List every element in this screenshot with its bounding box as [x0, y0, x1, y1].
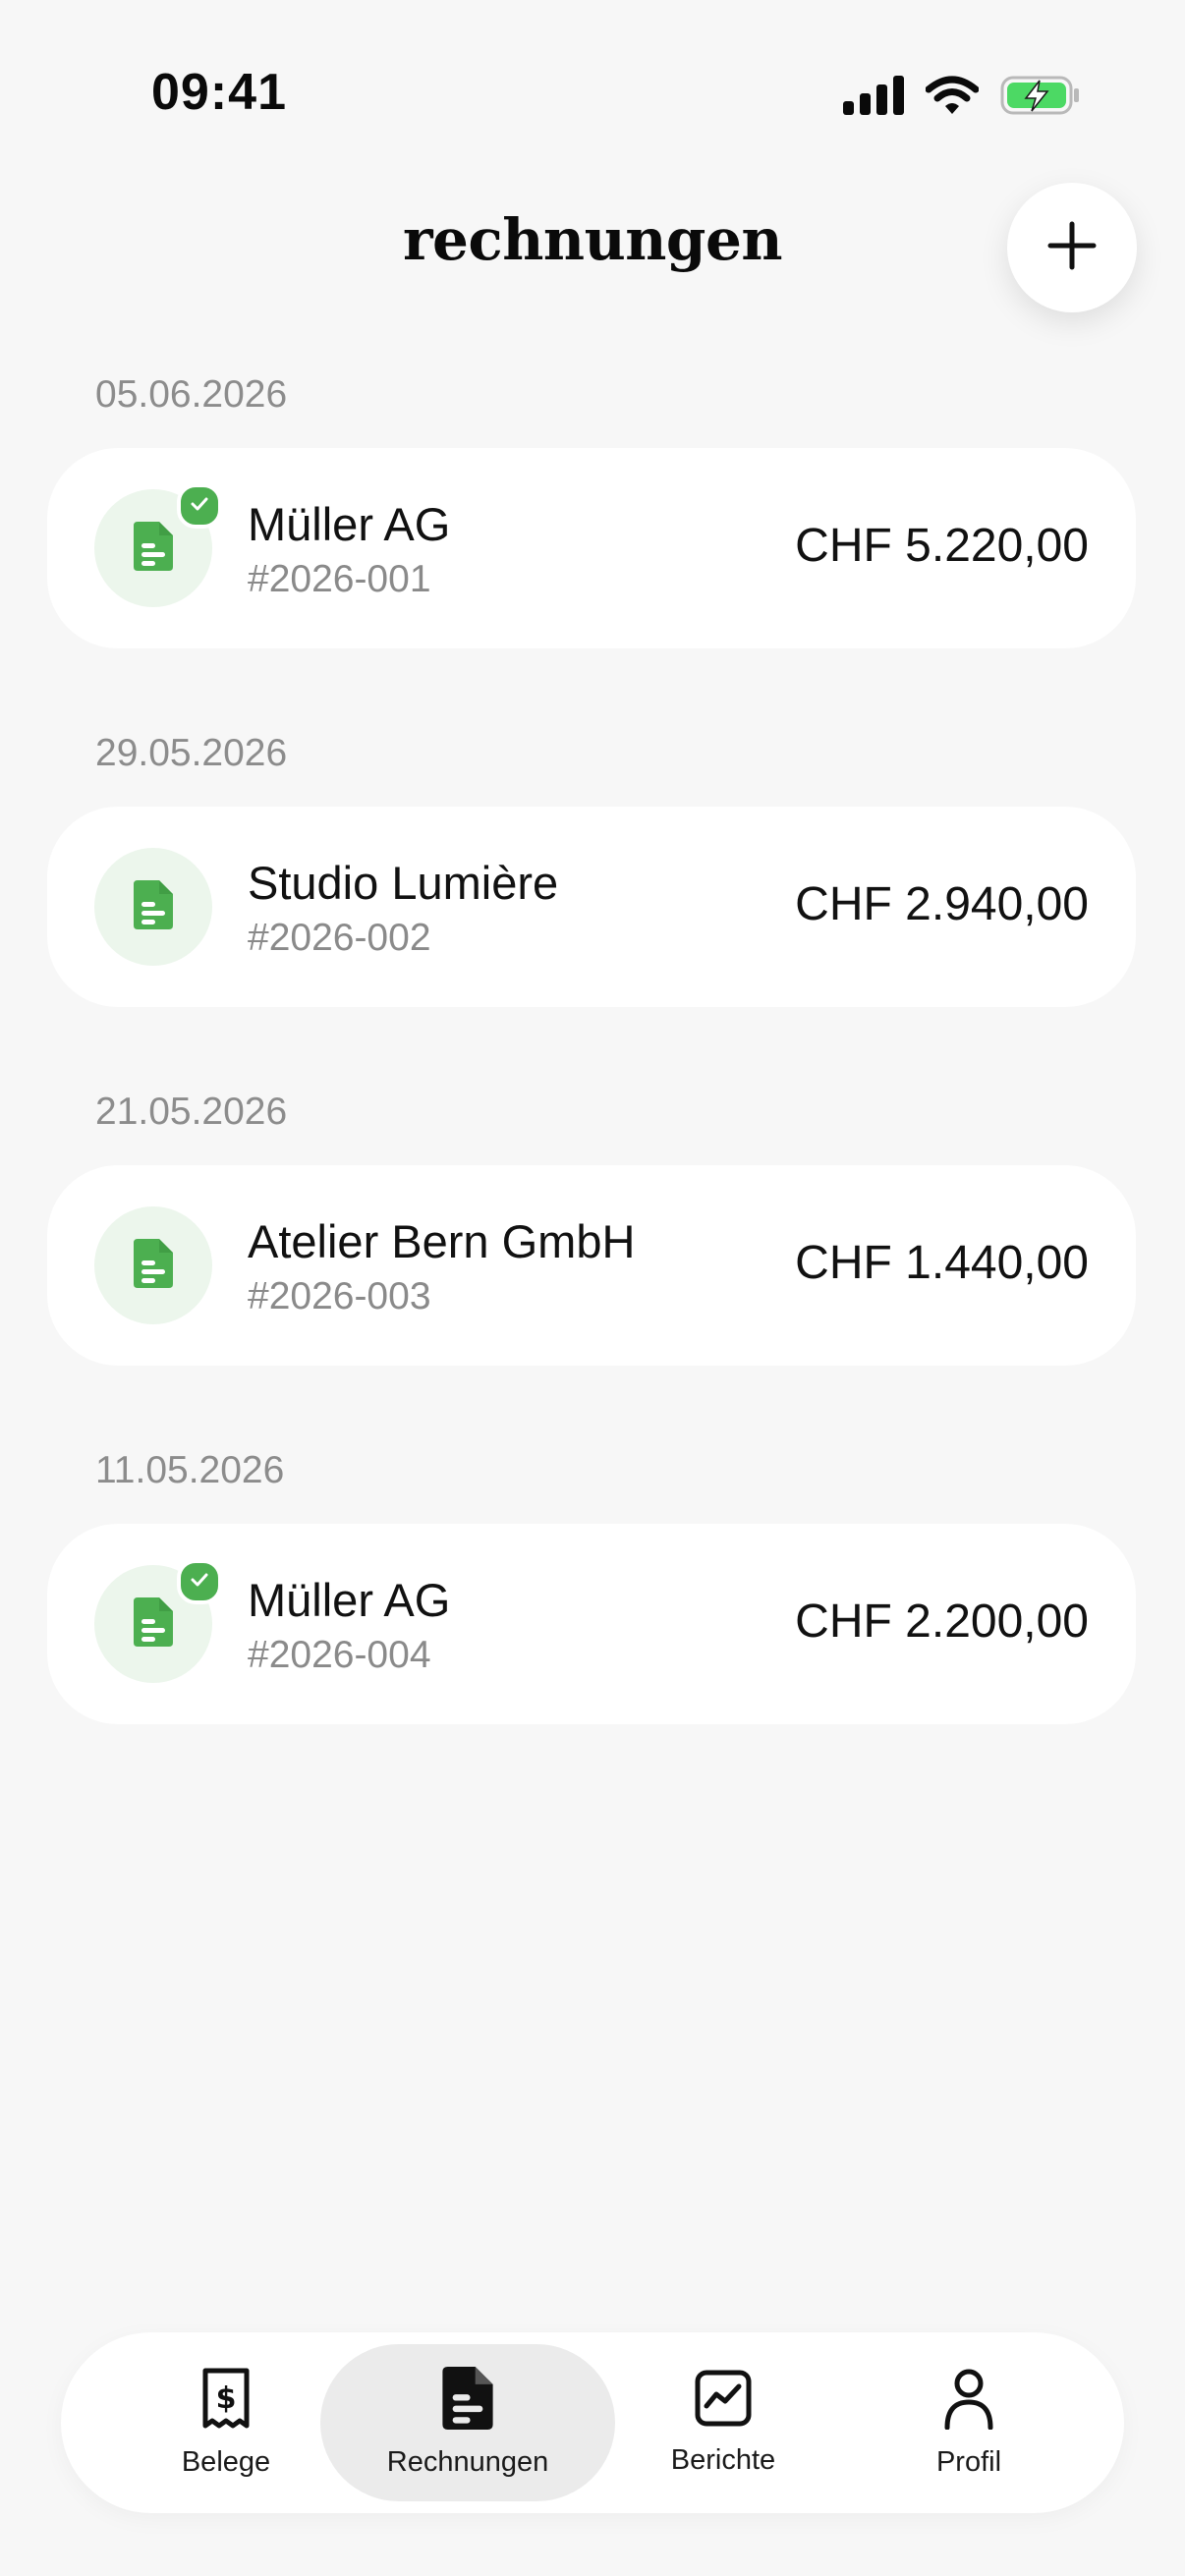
status-time: 09:41	[151, 64, 287, 121]
invoice-badge	[94, 1206, 212, 1324]
tab-label: Berichte	[670, 2444, 776, 2476]
invoice-card[interactable]: Müller AG #2026-004 CHF 2.200,00	[47, 1524, 1136, 1724]
date-header: 21.05.2026	[95, 1091, 288, 1133]
svg-text:$: $	[216, 2381, 237, 2416]
invoice-document-icon	[442, 2367, 493, 2435]
signal-icon	[843, 76, 904, 120]
invoice-card[interactable]: Atelier Bern GmbH #2026-003 CHF 1.440,00	[47, 1165, 1136, 1366]
receipt-dollar-icon: $	[199, 2367, 253, 2435]
status-bar: 09:41	[0, 0, 1185, 187]
tab-label: Rechnungen	[386, 2446, 549, 2478]
tab-berichte[interactable]: Berichte	[605, 2344, 841, 2501]
wifi-icon	[925, 76, 980, 120]
invoice-badge	[94, 848, 212, 966]
invoice-number: #2026-001	[248, 558, 431, 600]
paid-check-badge	[177, 1559, 222, 1604]
client-name: Studio Lumière	[248, 857, 559, 909]
date-header: 29.05.2026	[95, 732, 288, 774]
tab-belege[interactable]: $ Belege	[118, 2344, 334, 2501]
invoice-document-icon	[134, 1238, 173, 1293]
invoice-card[interactable]: Müller AG #2026-001 CHF 5.220,00	[47, 448, 1136, 648]
plus-icon	[1046, 220, 1098, 276]
invoice-number: #2026-003	[248, 1275, 431, 1317]
invoice-amount: CHF 1.440,00	[795, 1237, 1089, 1289]
check-icon	[189, 1569, 210, 1596]
invoice-card[interactable]: Studio Lumière #2026-002 CHF 2.940,00	[47, 807, 1136, 1007]
paid-check-badge	[177, 483, 222, 529]
add-invoice-button[interactable]	[1007, 183, 1137, 312]
invoice-document-icon	[134, 521, 173, 576]
bottom-tab-bar: $ Belege Rechnungen Berichte Profil	[61, 2332, 1124, 2513]
client-name: Atelier Bern GmbH	[248, 1215, 636, 1267]
tab-rechnungen[interactable]: Rechnungen	[320, 2344, 615, 2501]
invoice-document-icon	[134, 879, 173, 934]
date-header: 05.06.2026	[95, 373, 288, 416]
invoice-document-icon	[134, 1596, 173, 1652]
tab-label: Belege	[181, 2446, 271, 2478]
chart-icon	[694, 2369, 753, 2433]
client-name: Müller AG	[248, 1574, 451, 1626]
client-name: Müller AG	[248, 498, 451, 550]
tab-label: Profil	[935, 2446, 1002, 2478]
invoice-amount: CHF 5.220,00	[795, 520, 1089, 572]
invoice-amount: CHF 2.200,00	[795, 1596, 1089, 1648]
invoice-number: #2026-002	[248, 917, 431, 959]
battery-charging-icon	[1000, 75, 1081, 121]
check-icon	[189, 493, 210, 520]
date-header: 11.05.2026	[95, 1449, 285, 1491]
tab-profil[interactable]: Profil	[871, 2344, 1067, 2501]
invoice-amount: CHF 2.940,00	[795, 878, 1089, 930]
status-icons	[843, 75, 1081, 121]
person-icon	[942, 2367, 995, 2435]
invoice-number: #2026-004	[248, 1634, 431, 1676]
